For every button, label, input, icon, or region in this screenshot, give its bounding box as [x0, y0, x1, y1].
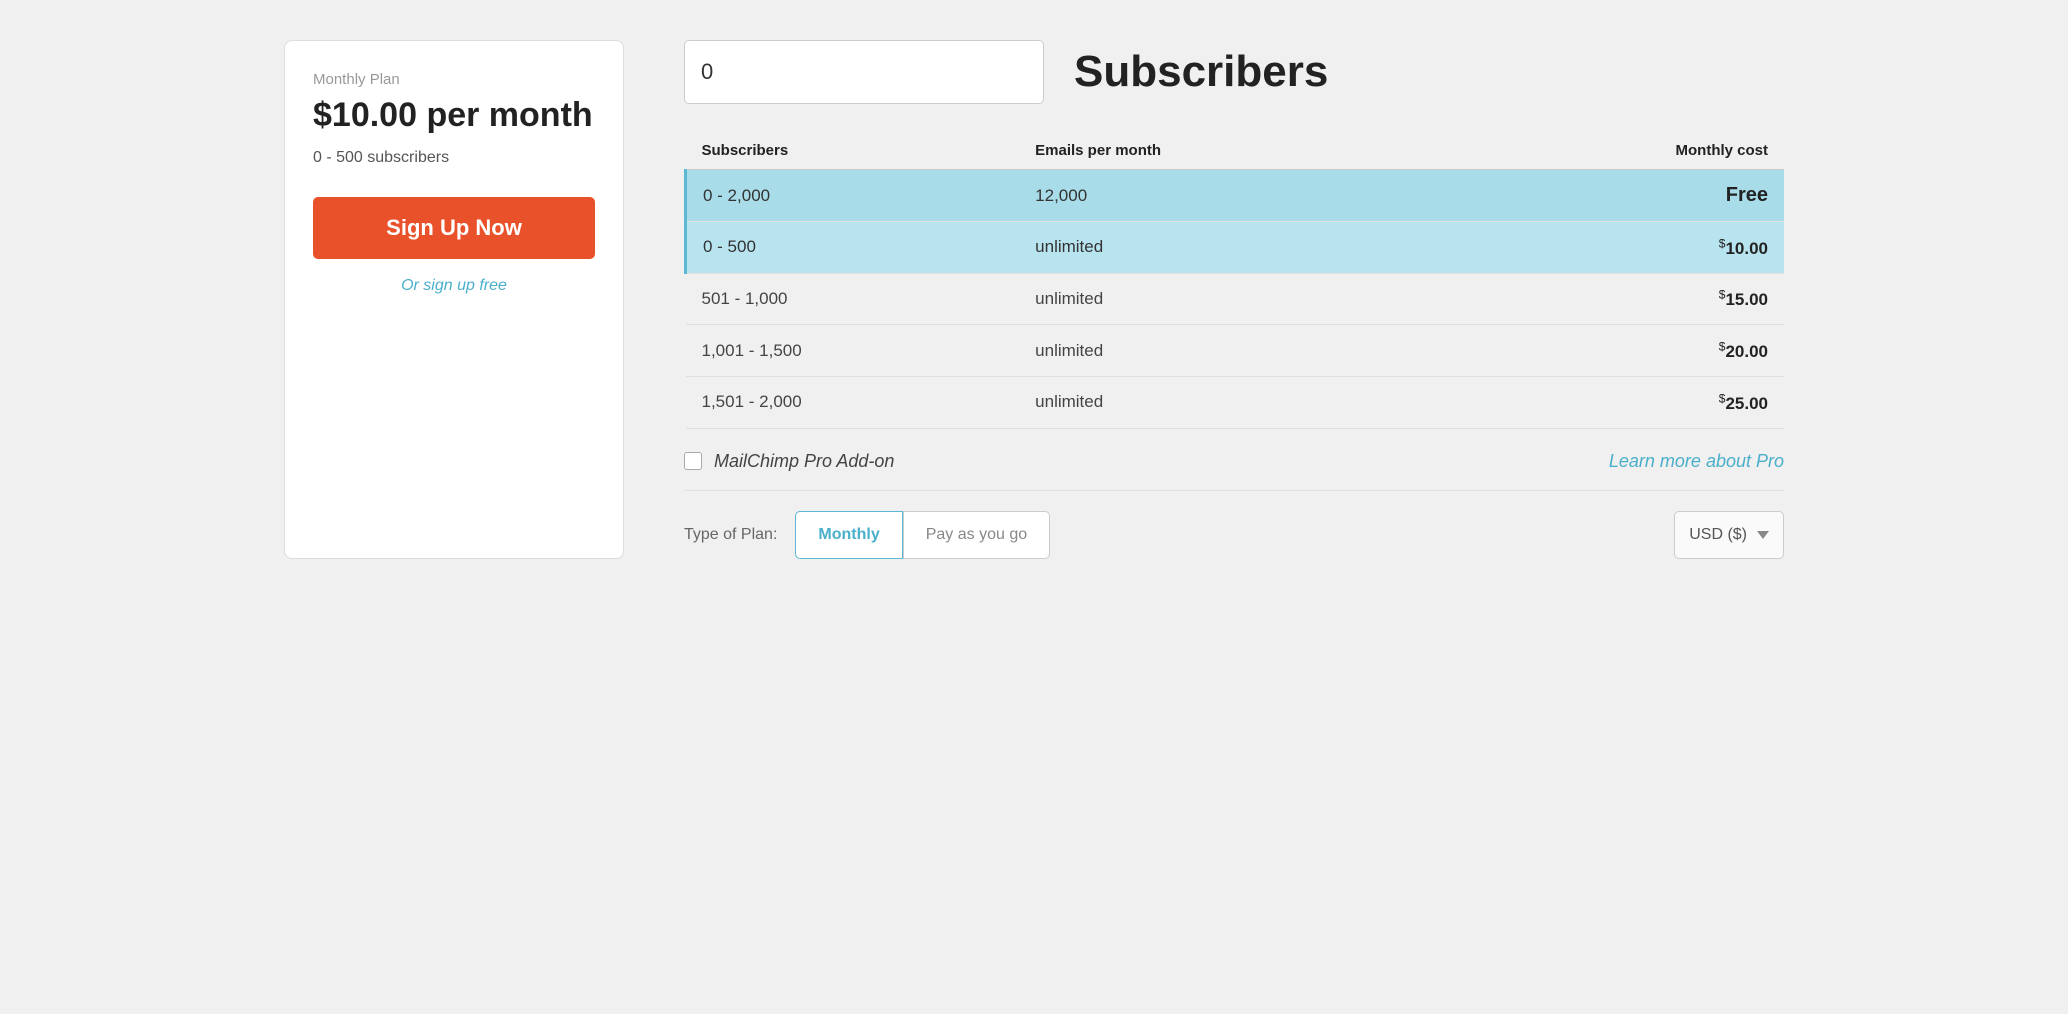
- cell-emails: unlimited: [1019, 325, 1426, 377]
- pro-addon-row: MailChimp Pro Add-on Learn more about Pr…: [684, 429, 1784, 491]
- cell-cost: $15.00: [1426, 273, 1784, 325]
- col-header-subscribers: Subscribers: [686, 132, 1020, 170]
- cell-emails: unlimited: [1019, 222, 1426, 274]
- table-row: 1,001 - 1,500unlimited$20.00: [686, 325, 1785, 377]
- table-row: 0 - 2,00012,000Free: [686, 170, 1785, 222]
- pay-as-you-go-btn[interactable]: Pay as you go: [903, 511, 1050, 559]
- table-row: 1,501 - 2,000unlimited$25.00: [686, 376, 1785, 428]
- cell-emails: unlimited: [1019, 376, 1426, 428]
- cell-cost: $10.00: [1426, 222, 1784, 274]
- cell-subscribers: 501 - 1,000: [686, 273, 1020, 325]
- pricing-table: Subscribers Emails per month Monthly cos…: [684, 132, 1784, 429]
- plan-subscribers-range: 0 - 500 subscribers: [313, 149, 595, 167]
- cell-subscribers: 0 - 2,000: [686, 170, 1020, 222]
- cell-cost: $20.00: [1426, 325, 1784, 377]
- cell-cost: $25.00: [1426, 376, 1784, 428]
- monthly-btn[interactable]: Monthly: [795, 511, 902, 559]
- plan-type-left: Type of Plan: Monthly Pay as you go: [684, 511, 1050, 559]
- plan-type-label: Type of Plan:: [684, 526, 777, 544]
- cell-emails: unlimited: [1019, 273, 1426, 325]
- cell-emails: 12,000: [1019, 170, 1426, 222]
- signup-button[interactable]: Sign Up Now: [313, 197, 595, 259]
- page-wrapper: Monthly Plan $10.00 per month 0 - 500 su…: [284, 40, 1784, 559]
- currency-select[interactable]: USD ($): [1674, 511, 1784, 559]
- top-row: Subscribers: [684, 40, 1784, 104]
- cell-cost: Free: [1426, 170, 1784, 222]
- pro-addon-left: MailChimp Pro Add-on: [684, 451, 894, 472]
- chevron-down-icon: [1757, 531, 1769, 539]
- table-row: 501 - 1,000unlimited$15.00: [686, 273, 1785, 325]
- subscribers-title: Subscribers: [1074, 47, 1328, 97]
- plan-price: $10.00 per month: [313, 96, 595, 135]
- currency-label: USD ($): [1689, 526, 1747, 544]
- col-header-emails: Emails per month: [1019, 132, 1426, 170]
- cell-subscribers: 1,501 - 2,000: [686, 376, 1020, 428]
- right-panel: Subscribers Subscribers Emails per month…: [684, 40, 1784, 559]
- plan-type-row: Type of Plan: Monthly Pay as you go USD …: [684, 511, 1784, 559]
- plan-card: Monthly Plan $10.00 per month 0 - 500 su…: [284, 40, 624, 559]
- table-row: 0 - 500unlimited$10.00: [686, 222, 1785, 274]
- col-header-cost: Monthly cost: [1426, 132, 1784, 170]
- plan-label: Monthly Plan: [313, 71, 595, 88]
- signup-free-link[interactable]: Or sign up free: [313, 277, 595, 295]
- learn-more-pro-link[interactable]: Learn more about Pro: [1609, 451, 1784, 472]
- table-header-row: Subscribers Emails per month Monthly cos…: [686, 132, 1785, 170]
- cell-subscribers: 1,001 - 1,500: [686, 325, 1020, 377]
- subscribers-input[interactable]: [684, 40, 1044, 104]
- pro-addon-checkbox[interactable]: [684, 452, 702, 470]
- cell-subscribers: 0 - 500: [686, 222, 1020, 274]
- pro-addon-label: MailChimp Pro Add-on: [714, 451, 894, 472]
- plan-btn-group: Monthly Pay as you go: [795, 511, 1050, 559]
